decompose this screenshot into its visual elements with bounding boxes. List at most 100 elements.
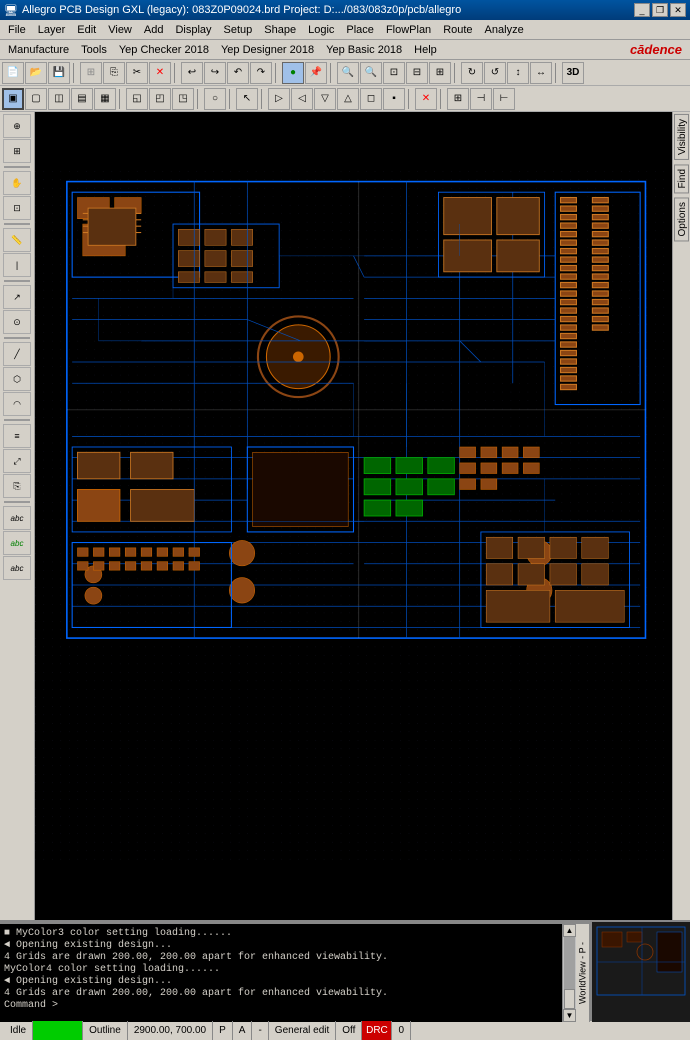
side-text1[interactable]: abc	[3, 506, 31, 530]
tb-zoom-prev[interactable]: ⊟	[406, 62, 428, 84]
menu-yep-basic[interactable]: Yep Basic 2018	[320, 42, 408, 58]
tb-pcb1[interactable]: ⊞	[447, 88, 469, 110]
restore-button[interactable]: ❐	[652, 3, 668, 17]
side-ruler[interactable]: |	[3, 253, 31, 277]
tb-new[interactable]: 📄	[2, 62, 24, 84]
tb-shape4[interactable]: △	[337, 88, 359, 110]
status-mode-text: Idle	[10, 1025, 26, 1036]
tb-delete[interactable]: ✕	[149, 62, 171, 84]
menu-route[interactable]: Route	[437, 22, 478, 38]
tb-copy[interactable]: ⎘	[103, 62, 125, 84]
close-button[interactable]: ✕	[670, 3, 686, 17]
menu-shape[interactable]: Shape	[258, 22, 302, 38]
tb-sel1[interactable]: ▣	[2, 88, 24, 110]
side-zoom-win[interactable]: ⊡	[3, 196, 31, 220]
tb-zoom-fit[interactable]: ⊡	[383, 62, 405, 84]
menu-place[interactable]: Place	[340, 22, 380, 38]
status-outline: Outline	[83, 1021, 128, 1040]
tb-undo2[interactable]: ↶	[227, 62, 249, 84]
tb-rot-cw[interactable]: ↻	[461, 62, 483, 84]
tb-view3[interactable]: ◳	[172, 88, 194, 110]
side-copy2[interactable]: ⎘	[3, 474, 31, 498]
side-via[interactable]: ⊙	[3, 310, 31, 334]
tb-redo[interactable]: ↪	[204, 62, 226, 84]
tb-rot-ccw[interactable]: ↺	[484, 62, 506, 84]
tb-redo2[interactable]: ↷	[250, 62, 272, 84]
tb-sel5[interactable]: ▦	[94, 88, 116, 110]
menu-yep-checker[interactable]: Yep Checker 2018	[113, 42, 215, 58]
tb-shape1[interactable]: ▷	[268, 88, 290, 110]
menu-flowplan[interactable]: FlowPlan	[380, 22, 437, 38]
scroll-down[interactable]: ▼	[563, 1009, 576, 1022]
tb-shape3[interactable]: ▽	[314, 88, 336, 110]
tb-sel3[interactable]: ◫	[48, 88, 70, 110]
menu-tools[interactable]: Tools	[75, 42, 113, 58]
side-text2[interactable]: abc	[3, 531, 31, 555]
side-text3[interactable]: abc	[3, 556, 31, 580]
side-move[interactable]: ⤢	[3, 449, 31, 473]
menu-yep-designer[interactable]: Yep Designer 2018	[215, 42, 320, 58]
tb-del-red[interactable]: ✕	[415, 88, 437, 110]
tb-shape6[interactable]: ▪	[383, 88, 405, 110]
tb-ratsnest[interactable]: ●	[282, 62, 304, 84]
scroll-up[interactable]: ▲	[563, 924, 576, 937]
tb-pcb3[interactable]: ⊢	[493, 88, 515, 110]
tb-flip[interactable]: ↕	[507, 62, 529, 84]
side-pan[interactable]: ✋	[3, 171, 31, 195]
tb-sel2[interactable]: ▢	[25, 88, 47, 110]
tab-options[interactable]: Options	[674, 197, 689, 241]
side-grid[interactable]: ⊞	[3, 139, 31, 163]
tb-circle[interactable]: ○	[204, 88, 226, 110]
menu-analyze[interactable]: Analyze	[479, 22, 530, 38]
side-measure[interactable]: 📏	[3, 228, 31, 252]
tb-3d[interactable]: 3D	[562, 62, 584, 84]
menu-setup[interactable]: Setup	[218, 22, 259, 38]
tb-sel4[interactable]: ▤	[71, 88, 93, 110]
side-route[interactable]: ↗	[3, 285, 31, 309]
menu-display[interactable]: Display	[169, 22, 217, 38]
menu-edit[interactable]: Edit	[71, 22, 102, 38]
tb-undo[interactable]: ↩	[181, 62, 203, 84]
minimize-button[interactable]: _	[634, 3, 650, 17]
tb2-sep1	[119, 89, 123, 109]
menu-layer[interactable]: Layer	[32, 22, 72, 38]
menu-manufacture[interactable]: Manufacture	[2, 42, 75, 58]
tb-zoom-in[interactable]: 🔍	[337, 62, 359, 84]
menu-view[interactable]: View	[102, 22, 138, 38]
main-layout: ⊕ ⊞ ✋ ⊡ 📏 | ↗ ⊙ ╱ ⬡ ◠ ≡ ⤢ ⎘ abc abc abc	[0, 112, 690, 920]
tb-sep4	[330, 63, 334, 83]
side-add-line[interactable]: ╱	[3, 342, 31, 366]
tb-zoom-sel[interactable]: ⊞	[429, 62, 451, 84]
bottom-panel: ■ MyColor3 color setting loading...... ◄…	[0, 920, 690, 1020]
tb-save[interactable]: 💾	[48, 62, 70, 84]
side-snap[interactable]: ⊕	[3, 114, 31, 138]
menu-logic[interactable]: Logic	[302, 22, 340, 38]
menu-help[interactable]: Help	[408, 42, 443, 58]
tb-view2[interactable]: ◰	[149, 88, 171, 110]
side-sep2	[4, 223, 30, 225]
tb-cut[interactable]: ✂	[126, 62, 148, 84]
tb-cursor[interactable]: ↖	[236, 88, 258, 110]
tb-open[interactable]: 📂	[25, 62, 47, 84]
tab-find[interactable]: Find	[674, 164, 689, 193]
menu-file[interactable]: File	[2, 22, 32, 38]
tab-visibility[interactable]: Visibility	[674, 114, 689, 160]
tb-mirror[interactable]: ↔	[530, 62, 552, 84]
side-prop[interactable]: ≡	[3, 424, 31, 448]
console-text: ■ MyColor3 color setting loading...... ◄…	[0, 924, 562, 1022]
side-add-arc[interactable]: ◠	[3, 392, 31, 416]
menu-add[interactable]: Add	[138, 22, 170, 38]
tb-grid[interactable]: ⊞	[80, 62, 102, 84]
tb-view1[interactable]: ◱	[126, 88, 148, 110]
canvas-area[interactable]	[35, 112, 672, 920]
tb-zoom-out[interactable]: 🔍	[360, 62, 382, 84]
side-sep1	[4, 166, 30, 168]
tb-pcb2[interactable]: ⊣	[470, 88, 492, 110]
console-scrollbar[interactable]: ▲ ▼	[562, 924, 576, 1022]
status-number: 0	[392, 1021, 411, 1040]
side-add-poly[interactable]: ⬡	[3, 367, 31, 391]
scroll-thumb[interactable]	[564, 989, 575, 1009]
tb-pin[interactable]: 📌	[305, 62, 327, 84]
tb-shape5[interactable]: ◻	[360, 88, 382, 110]
tb-shape2[interactable]: ◁	[291, 88, 313, 110]
